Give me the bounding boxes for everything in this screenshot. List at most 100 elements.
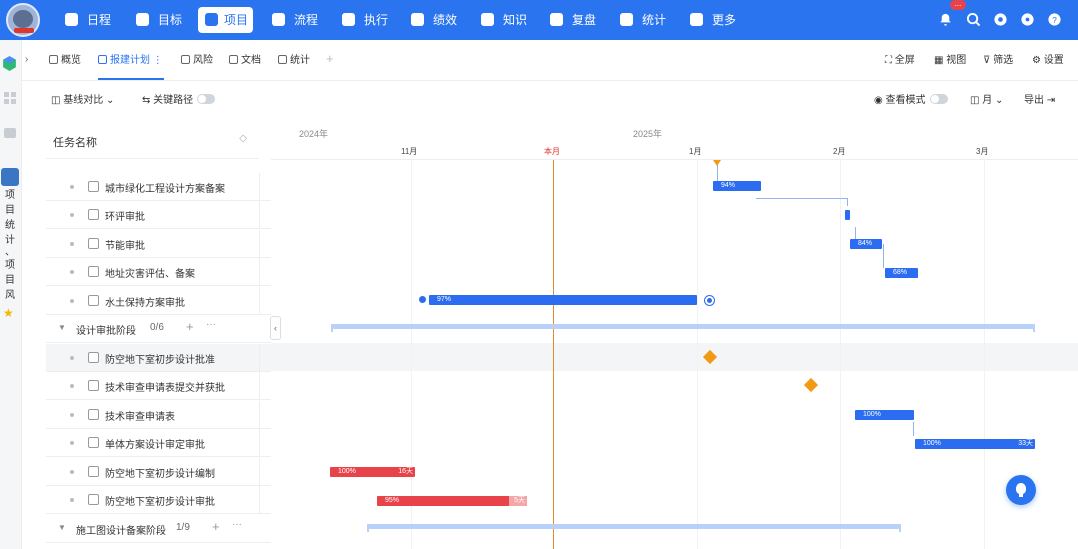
- tab-docs[interactable]: 文档: [229, 52, 261, 70]
- drag-handle[interactable]: [70, 185, 74, 189]
- task-checkbox[interactable]: [88, 181, 99, 192]
- drag-handle[interactable]: [70, 441, 74, 445]
- nav-item-performance[interactable]: 绩效: [411, 7, 463, 33]
- nav-item-stats[interactable]: 统计: [620, 7, 672, 33]
- apps-icon[interactable]: [4, 92, 16, 104]
- fullscreen-button[interactable]: ⛶ 全屏: [885, 52, 915, 70]
- critical-path-toggle[interactable]: ⇆ 关键路径: [142, 92, 216, 110]
- drag-handle[interactable]: [70, 270, 74, 274]
- tab-permit-plan[interactable]: 报建计划 ⋮: [98, 52, 163, 70]
- add-task-button[interactable]: +: [186, 319, 194, 334]
- baseline-compare-dropdown[interactable]: ◫ 基线对比 ⌄: [51, 92, 114, 110]
- task-row[interactable]: 防空地下室初步设计批准: [46, 344, 271, 372]
- task-checkbox[interactable]: [88, 295, 99, 306]
- gear-icon[interactable]: [1020, 12, 1035, 27]
- nav-item-review[interactable]: 复盘: [550, 7, 602, 33]
- task-bar[interactable]: 95% 5天: [377, 496, 527, 506]
- task-name: 技术审查申请表: [105, 412, 175, 423]
- nav-item-more[interactable]: 更多: [690, 7, 742, 33]
- task-row[interactable]: 单体方案设计审定审批: [46, 429, 271, 457]
- task-row[interactable]: 防空地下室初步设计编制: [46, 458, 271, 486]
- task-bar[interactable]: 94%: [713, 181, 761, 191]
- settings-icon[interactable]: [993, 12, 1008, 27]
- export-button[interactable]: 导出 ⇥: [1024, 92, 1055, 110]
- task-bar[interactable]: 100% 33天: [915, 439, 1035, 449]
- task-bar[interactable]: 97%: [429, 295, 697, 305]
- drag-handle[interactable]: [70, 498, 74, 502]
- cube-icon[interactable]: [1, 55, 18, 72]
- view-mode-switch[interactable]: [929, 94, 948, 104]
- task-checkbox[interactable]: [88, 352, 99, 363]
- task-row[interactable]: 环评审批: [46, 201, 271, 229]
- group-more-button[interactable]: ···: [232, 519, 242, 530]
- task-row[interactable]: 节能审批: [46, 230, 271, 258]
- nav-item-knowledge[interactable]: 知识: [481, 7, 533, 33]
- drag-handle[interactable]: [70, 356, 74, 360]
- drag-handle[interactable]: [70, 299, 74, 303]
- task-bar[interactable]: 100%: [855, 410, 914, 420]
- drag-handle[interactable]: [70, 384, 74, 388]
- task-checkbox[interactable]: [88, 238, 99, 249]
- task-row[interactable]: 防空地下室初步设计审批: [46, 486, 271, 514]
- collapse-arrow-icon[interactable]: ▼: [58, 523, 66, 532]
- task-checkbox[interactable]: [88, 437, 99, 448]
- task-name: 防空地下室初步设计审批: [105, 497, 215, 508]
- chevron-right-icon[interactable]: ›: [25, 54, 28, 65]
- settings-button[interactable]: ⚙ 设置: [1032, 52, 1064, 70]
- task-checkbox[interactable]: [88, 266, 99, 277]
- task-bar[interactable]: 84%: [850, 239, 882, 249]
- task-checkbox[interactable]: [88, 466, 99, 477]
- sort-icon[interactable]: ◇: [239, 133, 247, 144]
- tab-more-icon[interactable]: ⋮: [153, 55, 163, 66]
- task-row[interactable]: 技术审查申请表: [46, 401, 271, 429]
- filter-button[interactable]: ⊽ 筛选: [983, 52, 1013, 70]
- view-mode-toggle[interactable]: ◉ 查看模式: [874, 92, 948, 110]
- bar-start-handle[interactable]: [419, 296, 426, 303]
- task-checkbox[interactable]: [88, 380, 99, 391]
- group-row[interactable]: ▼ 施工图设计备案阶段 1/9 + ···: [46, 515, 271, 543]
- group-more-button[interactable]: ···: [206, 319, 216, 330]
- help-icon[interactable]: ?: [1047, 12, 1062, 27]
- drag-handle[interactable]: [70, 470, 74, 474]
- task-row[interactable]: 地址灾害评估、备案: [46, 258, 271, 286]
- drag-handle[interactable]: [70, 413, 74, 417]
- star-icon[interactable]: ★: [3, 306, 14, 320]
- add-task-button[interactable]: +: [212, 519, 220, 534]
- nav-item-flow[interactable]: 流程: [272, 7, 324, 33]
- add-tab-button[interactable]: +: [326, 50, 334, 68]
- task-bar[interactable]: 68%: [885, 268, 918, 278]
- tab-stats[interactable]: 统计: [278, 52, 310, 70]
- time-scale-dropdown[interactable]: ◫ 月 ⌄: [970, 92, 1003, 110]
- task-checkbox[interactable]: [88, 494, 99, 505]
- task-checkbox[interactable]: [88, 409, 99, 420]
- help-float-button[interactable]: [1006, 475, 1036, 505]
- nav-item-execute[interactable]: 执行: [342, 7, 394, 33]
- group-summary-bar[interactable]: [367, 524, 901, 532]
- tab-overview[interactable]: 概览: [49, 52, 81, 70]
- bar-end-handle[interactable]: [705, 296, 714, 305]
- app-logo[interactable]: [6, 3, 40, 37]
- project-thumbnail[interactable]: [1, 168, 19, 186]
- group-summary-bar[interactable]: [331, 324, 1035, 332]
- task-row[interactable]: 技术审查申请表提交并获批: [46, 372, 271, 400]
- collapse-arrow-icon[interactable]: ▼: [58, 323, 66, 332]
- task-row[interactable]: 城市绿化工程设计方案备案: [46, 173, 271, 201]
- drag-handle[interactable]: [70, 242, 74, 246]
- nav-item-goal[interactable]: 目标: [136, 7, 188, 33]
- tab-risk[interactable]: 风险: [181, 52, 213, 70]
- month-label: 2月: [833, 147, 846, 156]
- task-row[interactable]: 水土保持方案审批: [46, 287, 271, 315]
- nav-item-schedule[interactable]: 日程: [65, 7, 117, 33]
- milestone-diamond[interactable]: [803, 377, 819, 393]
- task-bar[interactable]: 100% 16天: [330, 467, 415, 477]
- task-bar[interactable]: [845, 210, 850, 220]
- task-checkbox[interactable]: [88, 209, 99, 220]
- folder-icon[interactable]: [4, 128, 16, 138]
- view-button[interactable]: ▦ 视图: [934, 52, 966, 70]
- search-icon[interactable]: [966, 12, 981, 27]
- critical-path-switch[interactable]: [197, 94, 216, 104]
- drag-handle[interactable]: [70, 213, 74, 217]
- nav-item-project[interactable]: 项目: [198, 7, 253, 33]
- group-row[interactable]: ▼ 设计审批阶段 0/6 + ···: [46, 315, 271, 343]
- bell-icon[interactable]: [938, 12, 953, 27]
